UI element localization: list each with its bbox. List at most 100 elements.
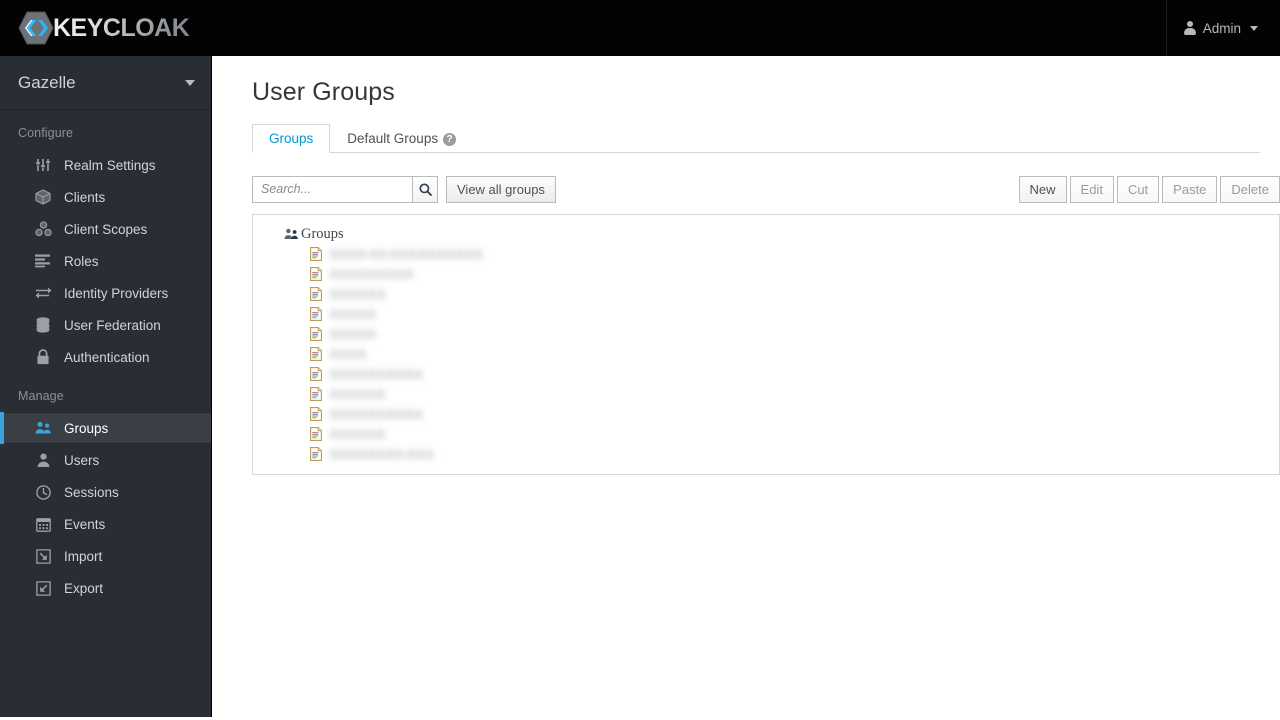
sidebar-item-users[interactable]: Users bbox=[0, 444, 211, 476]
page-title: User Groups bbox=[252, 78, 395, 106]
sidebar-item-user-federation[interactable]: User Federation bbox=[0, 309, 211, 341]
sidebar-section-configure: Configure bbox=[18, 126, 74, 140]
file-document-icon bbox=[310, 307, 322, 321]
file-document-icon bbox=[310, 247, 322, 261]
tree-group-label: AAAA AA AAAAAAAAAA bbox=[329, 246, 483, 261]
main-content: User Groups Groups Default Groups? Searc… bbox=[212, 56, 1280, 720]
sidebar-item-label: Identity Providers bbox=[64, 285, 169, 301]
file-document-icon bbox=[310, 327, 322, 341]
tree-group-item[interactable]: AAAAAAAAAA bbox=[253, 404, 1279, 424]
tree-group-item[interactable]: AAAAAA bbox=[253, 284, 1279, 304]
sidebar-item-label: Sessions bbox=[64, 484, 119, 500]
sidebar-item-clients[interactable]: Clients bbox=[0, 181, 211, 213]
chevron-down-icon bbox=[185, 79, 195, 86]
realm-selector[interactable]: Gazelle bbox=[0, 56, 211, 110]
import-arrow-icon bbox=[34, 548, 52, 564]
help-circle-icon[interactable]: ? bbox=[443, 133, 457, 146]
tree-group-label: AAAAAAAA AAA bbox=[329, 446, 435, 461]
tree-root-node[interactable]: Groups bbox=[253, 224, 1279, 244]
sidebar-item-sessions[interactable]: Sessions bbox=[0, 476, 211, 508]
sidebar-item-realm-settings[interactable]: Realm Settings bbox=[0, 149, 211, 181]
tree-group-item[interactable]: AAAA bbox=[253, 344, 1279, 364]
cut-button[interactable]: Cut bbox=[1116, 175, 1160, 203]
keycloak-hex-logo-icon bbox=[18, 11, 54, 45]
new-button[interactable]: New bbox=[1018, 175, 1067, 203]
calendar-icon bbox=[34, 516, 52, 532]
view-all-groups-button[interactable]: View all groups bbox=[446, 175, 556, 203]
sidebar-item-identity-providers[interactable]: Identity Providers bbox=[0, 277, 211, 309]
tree-group-label: AAAAA bbox=[329, 306, 376, 321]
edit-button[interactable]: Edit bbox=[1069, 175, 1114, 203]
search-group bbox=[252, 175, 438, 203]
sidebar-item-authentication[interactable]: Authentication bbox=[0, 341, 211, 373]
groups-toolbar: View all groups New Edit Cut Paste Delet… bbox=[252, 175, 1280, 203]
search-input[interactable] bbox=[252, 175, 412, 203]
sliders-icon bbox=[34, 157, 52, 173]
sidebar-item-roles[interactable]: Roles bbox=[0, 245, 211, 277]
sidebar: Gazelle Configure Realm Settings Clients… bbox=[0, 56, 212, 717]
tree-group-item[interactable]: AAAAAAAA AAA bbox=[253, 444, 1279, 464]
tree-group-item[interactable]: AAAAAAAAA bbox=[253, 264, 1279, 284]
file-document-icon bbox=[310, 447, 322, 461]
tree-group-item[interactable]: AAAAA bbox=[253, 304, 1279, 324]
tree-group-item[interactable]: AAAAAA bbox=[253, 424, 1279, 444]
tree-group-label: AAAAAAAAA bbox=[329, 266, 414, 281]
groups-panel: View all groups New Edit Cut Paste Delet… bbox=[252, 175, 1280, 475]
sidebar-item-export[interactable]: Export bbox=[0, 572, 211, 604]
tree-group-label: AAAA bbox=[329, 346, 367, 361]
tree-group-label: AAAAA bbox=[329, 326, 376, 341]
file-document-icon bbox=[310, 367, 322, 381]
brand-name: KEYCLOAK bbox=[53, 11, 190, 45]
sidebar-item-client-scopes[interactable]: Client Scopes bbox=[0, 213, 211, 245]
list-bars-icon bbox=[34, 253, 52, 269]
sidebar-item-label: Client Scopes bbox=[64, 221, 148, 237]
paste-button[interactable]: Paste bbox=[1162, 175, 1218, 203]
sidebar-item-label: Authentication bbox=[64, 349, 150, 365]
tree-group-item[interactable]: AAAAAA bbox=[253, 384, 1279, 404]
tree-group-label: AAAAAAAAAA bbox=[329, 366, 423, 381]
file-document-icon bbox=[310, 347, 322, 361]
brand-logo[interactable]: KEYCLOAK bbox=[18, 11, 190, 45]
tree-group-item[interactable]: AAAA AA AAAAAAAAAA bbox=[253, 244, 1279, 264]
file-document-icon bbox=[310, 407, 322, 421]
tree-children-list: AAAA AA AAAAAAAAAA AAAAAAAAA AAAAAA AAAA… bbox=[253, 244, 1279, 464]
user-menu[interactable]: Admin bbox=[1183, 0, 1258, 56]
sidebar-section-manage: Manage bbox=[18, 389, 64, 403]
tree-group-item[interactable]: AAAAA bbox=[253, 324, 1279, 344]
tree-group-item[interactable]: AAAAAAAAAA bbox=[253, 364, 1279, 384]
database-icon bbox=[34, 317, 52, 333]
tree-group-label: AAAAAA bbox=[329, 426, 386, 441]
user-menu-label: Admin bbox=[1202, 20, 1241, 36]
export-arrow-icon bbox=[34, 580, 52, 596]
delete-button[interactable]: Delete bbox=[1220, 175, 1280, 203]
tab-groups[interactable]: Groups bbox=[252, 124, 331, 153]
sidebar-item-label: Export bbox=[64, 580, 104, 596]
users-group-icon bbox=[34, 420, 52, 436]
sidebar-item-label: Roles bbox=[64, 253, 99, 269]
file-document-icon bbox=[310, 267, 322, 281]
toolbar-left: View all groups bbox=[252, 175, 556, 203]
chevron-down-icon bbox=[1250, 25, 1258, 31]
clock-icon bbox=[34, 484, 52, 500]
top-navbar: KEYCLOAK Admin bbox=[0, 0, 1280, 56]
sidebar-item-label: Clients bbox=[64, 189, 106, 205]
sidebar-item-label: Events bbox=[64, 516, 106, 532]
sidebar-item-label: Realm Settings bbox=[64, 157, 156, 173]
exchange-arrows-icon bbox=[34, 285, 52, 301]
search-icon bbox=[419, 183, 432, 196]
tab-bar: Groups Default Groups? bbox=[252, 124, 1260, 153]
topbar-divider bbox=[1166, 0, 1167, 56]
lock-icon bbox=[34, 349, 52, 365]
users-group-icon bbox=[284, 228, 299, 240]
tab-default-groups[interactable]: Default Groups? bbox=[330, 124, 473, 153]
cubes-icon bbox=[34, 221, 52, 237]
sidebar-item-import[interactable]: Import bbox=[0, 540, 211, 572]
sidebar-item-label: Users bbox=[64, 452, 100, 468]
user-icon bbox=[34, 452, 52, 468]
sidebar-item-events[interactable]: Events bbox=[0, 508, 211, 540]
tree-group-label: AAAAAA bbox=[329, 386, 386, 401]
sidebar-item-label: Groups bbox=[64, 420, 109, 436]
user-icon bbox=[1183, 21, 1196, 35]
search-button[interactable] bbox=[412, 175, 438, 203]
sidebar-item-groups[interactable]: Groups bbox=[0, 412, 211, 444]
